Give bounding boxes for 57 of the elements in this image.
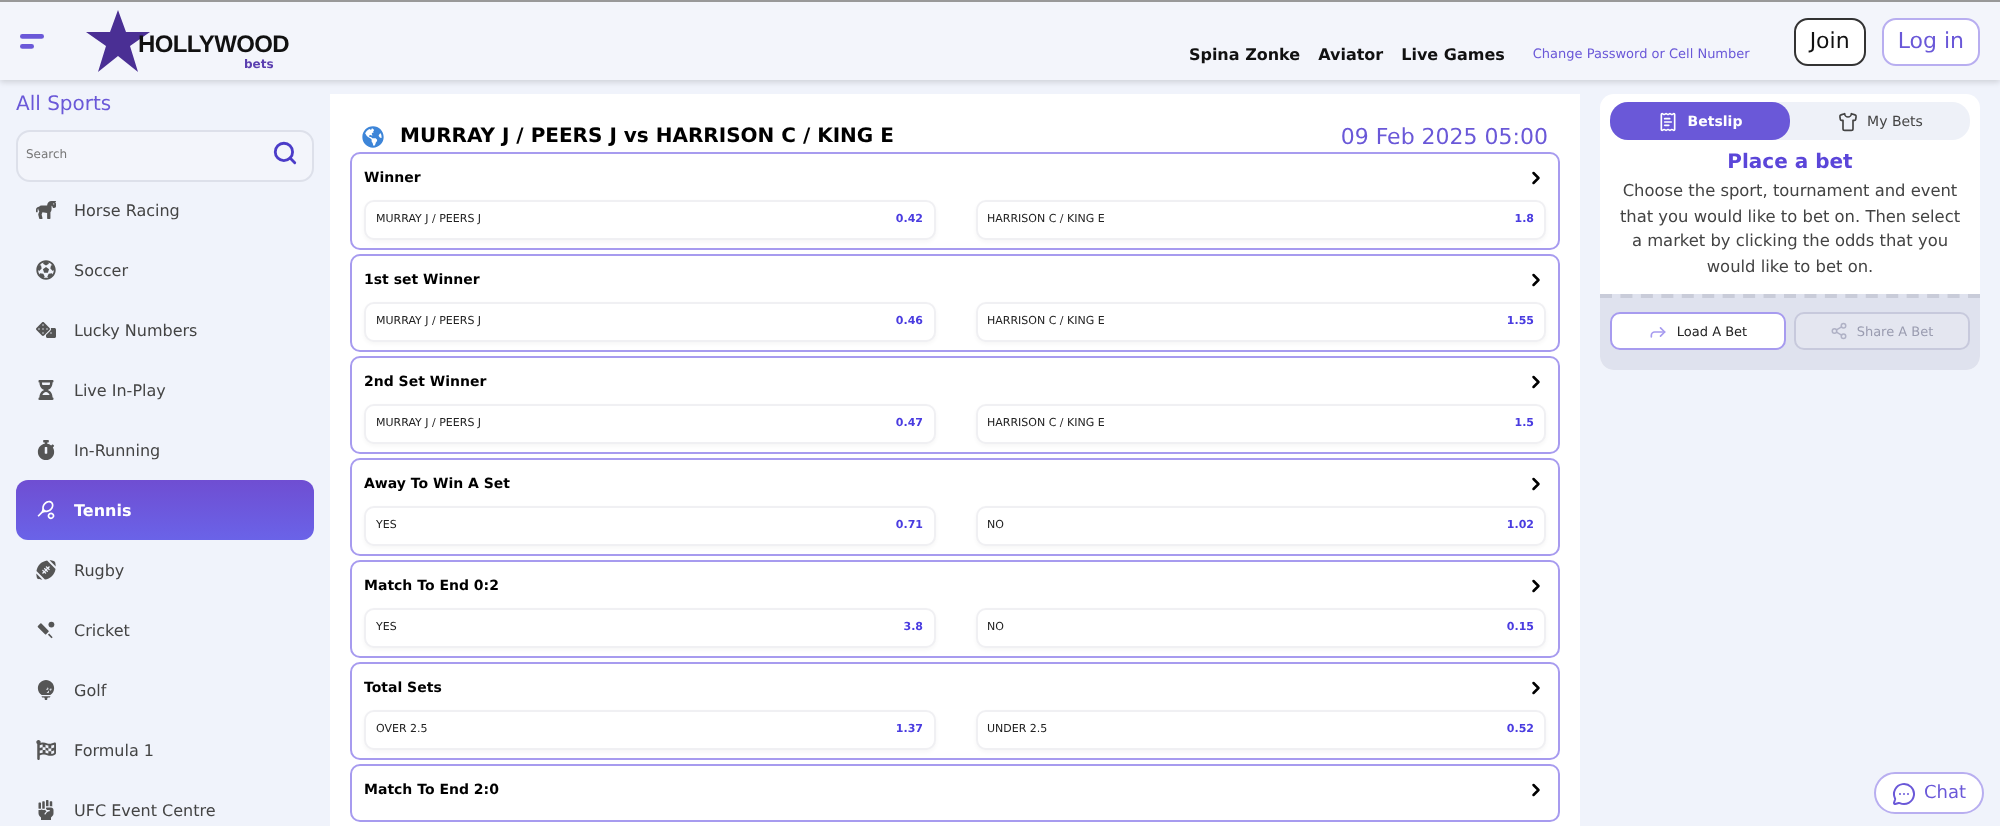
sport-label: Tennis bbox=[74, 501, 132, 519]
checkered-flag-icon bbox=[36, 740, 56, 760]
sport-label: Lucky Numbers bbox=[74, 321, 198, 339]
chevron-icon[interactable] bbox=[1526, 168, 1546, 188]
sport-item[interactable]: In-Running bbox=[16, 420, 314, 480]
login-button[interactable]: Log in bbox=[1881, 17, 1980, 65]
horse-icon bbox=[36, 200, 56, 220]
logo-text: HOLLYWOOD bbox=[138, 29, 290, 57]
hourglass-icon bbox=[36, 380, 56, 400]
menu-icon[interactable] bbox=[20, 33, 48, 49]
sport-label: Formula 1 bbox=[74, 741, 154, 759]
betslip-heading: Place a bet bbox=[1725, 152, 1855, 174]
chevron-icon[interactable] bbox=[1526, 372, 1546, 392]
sport-item[interactable]: Rugby bbox=[16, 540, 314, 600]
sport-label: Live In-Play bbox=[74, 381, 166, 399]
chevron-icon[interactable] bbox=[1526, 576, 1546, 596]
sport-label: Soccer bbox=[74, 261, 128, 279]
sport-item[interactable]: Tennis bbox=[16, 480, 314, 540]
chat-button[interactable]: Chat bbox=[1873, 772, 1984, 814]
cricket-icon bbox=[36, 620, 56, 640]
chevron-icon[interactable] bbox=[1526, 270, 1546, 290]
shirt-icon bbox=[1837, 111, 1858, 131]
event-title: MURRAY J / PEERS J vs HARRISON C / KING E bbox=[400, 125, 896, 147]
betslip-text: Choose the sport, tournament and event that you would like to bet on. Then select a market by clicking the odds that you would like to bet on. bbox=[1617, 178, 1963, 278]
sport-item[interactable]: Formula 1 bbox=[16, 720, 314, 780]
sport-item[interactable]: Live In-Play bbox=[16, 360, 314, 420]
sport-item[interactable]: Lucky Numbers bbox=[16, 300, 314, 360]
sport-label: Rugby bbox=[74, 561, 125, 579]
share-icon bbox=[1830, 322, 1849, 340]
sport-label: In-Running bbox=[74, 441, 161, 459]
nav-link[interactable]: Aviator bbox=[1318, 46, 1384, 64]
sport-item[interactable]: Soccer bbox=[16, 240, 314, 300]
dice-icon bbox=[36, 320, 56, 340]
forward-arrow-icon bbox=[1648, 321, 1669, 341]
chat-bubble-icon bbox=[1891, 781, 1916, 805]
sport-item[interactable]: UFC Event Centre bbox=[16, 780, 314, 826]
sport-label: Horse Racing bbox=[74, 201, 180, 219]
sport-label: Cricket bbox=[74, 621, 130, 639]
event-date: 09 Feb 2025 05:00 bbox=[1340, 123, 1548, 149]
search-icon[interactable] bbox=[272, 140, 298, 166]
receipt-icon bbox=[1657, 111, 1678, 131]
fist-icon bbox=[36, 800, 56, 820]
stopwatch-icon bbox=[36, 440, 56, 460]
sport-label: UFC Event Centre bbox=[74, 801, 216, 819]
join-button[interactable]: Join bbox=[1793, 17, 1866, 65]
sport-item[interactable]: Cricket bbox=[16, 600, 314, 660]
chevron-icon[interactable] bbox=[1526, 678, 1546, 698]
globe-icon bbox=[362, 125, 384, 147]
sport-label: Golf bbox=[74, 681, 107, 699]
chevron-icon[interactable] bbox=[1526, 780, 1546, 800]
nav-link[interactable]: Live Games bbox=[1401, 46, 1505, 64]
chevron-icon[interactable] bbox=[1526, 474, 1546, 494]
sidebar-title: All Sports bbox=[16, 94, 114, 116]
sport-item[interactable]: Horse Racing bbox=[16, 180, 314, 240]
sport-item[interactable]: Golf bbox=[16, 660, 314, 720]
nav-link[interactable]: Spina Zonke bbox=[1188, 46, 1301, 64]
tennis-racket-icon bbox=[36, 500, 56, 520]
